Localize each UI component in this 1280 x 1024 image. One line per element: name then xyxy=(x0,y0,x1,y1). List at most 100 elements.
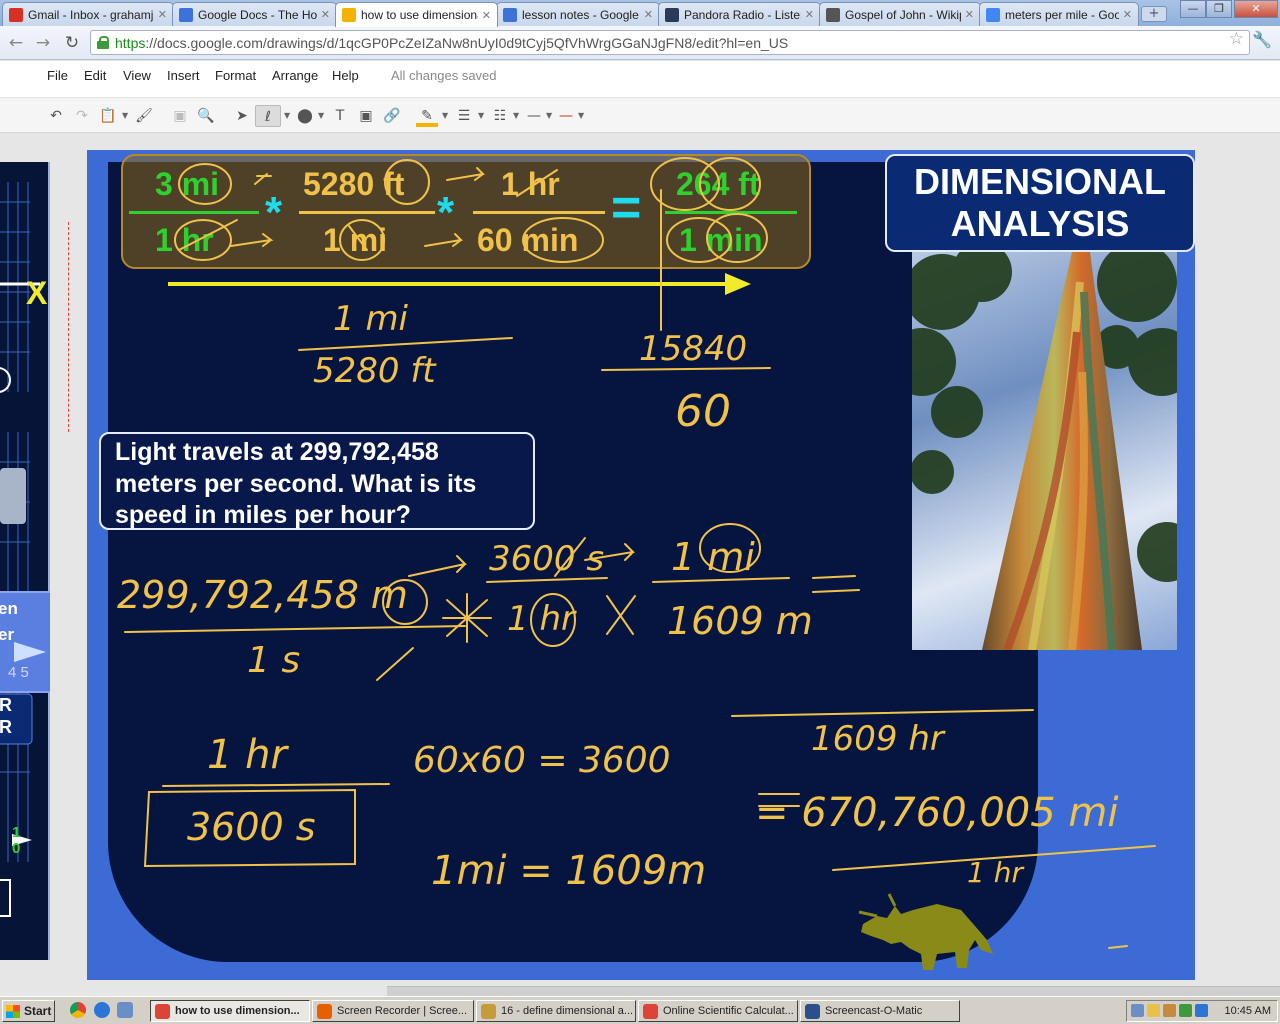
chrome-icon xyxy=(155,1003,170,1019)
taskbar-button[interactable]: 16 - define dimensional a... xyxy=(476,1000,636,1022)
chrome-icon xyxy=(643,1003,658,1019)
paste-icon[interactable]: 📋 xyxy=(98,105,118,127)
tray-icon[interactable] xyxy=(1163,1004,1176,1017)
menu-format[interactable]: Format xyxy=(215,68,256,83)
taskbar-button[interactable]: Online Scientific Calculat... xyxy=(638,1000,798,1022)
arrow-shaft[interactable] xyxy=(168,282,728,286)
slide-title-box[interactable]: DIMENSIONAL ANALYSIS xyxy=(885,154,1195,252)
forward-button[interactable]: → xyxy=(32,32,54,54)
address-bar[interactable]: https://docs.google.com/drawings/d/1qcGP… xyxy=(90,30,1250,55)
line-dash-dropdown-icon[interactable]: ▼ xyxy=(513,105,519,127)
menu-help[interactable]: Help xyxy=(332,68,359,83)
scribble-icon[interactable]: ℓ xyxy=(255,105,281,127)
equals-sign: = xyxy=(611,179,642,237)
ie-quicklaunch-icon[interactable] xyxy=(94,1002,110,1018)
tab-title: how to use dimensional xyxy=(361,8,478,22)
clock[interactable]: 10:45 AM xyxy=(1225,1005,1271,1017)
line-dropdown-icon[interactable]: ▼ xyxy=(284,105,290,127)
tab-title: Pandora Radio - Listen t xyxy=(684,7,801,22)
zoom-icon[interactable]: 🔍 xyxy=(196,105,216,127)
start-button[interactable]: Start xyxy=(2,1000,55,1022)
horizontal-scrollbar[interactable] xyxy=(387,986,1280,996)
close-tab-icon[interactable]: ✕ xyxy=(482,9,491,22)
google-docs-icon xyxy=(179,7,193,22)
back-button[interactable]: ← xyxy=(5,32,27,54)
text-box-icon[interactable]: T xyxy=(330,105,350,127)
taskbar-button[interactable]: how to use dimension... xyxy=(150,1000,310,1022)
question-text-box[interactable]: Light travels at 299,792,458 meters per … xyxy=(99,432,535,530)
browser-tab[interactable]: Gmail - Inbox - grahamj ✕ xyxy=(2,2,174,26)
tray-icon[interactable] xyxy=(1147,1004,1160,1017)
arrow-head xyxy=(725,273,751,295)
close-tab-icon[interactable]: ✕ xyxy=(158,8,167,21)
adjacent-slide-fragment: X en er 4 5 R R 1 0 xyxy=(0,162,50,960)
fraction-line xyxy=(473,211,605,214)
browser-tab[interactable]: Gospel of John - Wikipe ✕ xyxy=(819,2,981,26)
paint-icon xyxy=(481,1003,496,1019)
triceratops-icon[interactable] xyxy=(857,890,997,970)
fraction-2-denominator: 1 mi xyxy=(323,222,388,258)
line-color-icon[interactable]: ✎ xyxy=(416,105,438,127)
tray-icon[interactable] xyxy=(1179,1004,1192,1017)
bookmark-star-icon[interactable]: ☆ xyxy=(1229,29,1244,49)
close-tab-icon[interactable]: ✕ xyxy=(965,8,974,21)
line-end-dropdown-icon[interactable]: ▼ xyxy=(578,105,584,127)
rainbow-eucalyptus-photo[interactable] xyxy=(912,252,1177,650)
menu-insert[interactable]: Insert xyxy=(167,68,200,83)
taskbar-button-label: Screencast-O-Matic xyxy=(825,1005,923,1017)
drawing-toolbar: ↶ ↷ 📋 ▼ 🖌 ▣ 🔍 ➤ ℓ ▼ ⬤ ▼ T ▣ 🔗 ✎ ▼ ☰ ▼ ☷ … xyxy=(0,97,1280,133)
desktop-quicklaunch-icon[interactable] xyxy=(117,1002,133,1018)
minimize-button[interactable]: — xyxy=(1180,0,1206,18)
browser-tab[interactable]: meters per mile - Google ✕ xyxy=(979,2,1139,26)
close-tab-icon[interactable]: ✕ xyxy=(805,8,814,21)
taskbar-button[interactable]: Screencast-O-Matic xyxy=(800,1000,960,1022)
tray-icon[interactable] xyxy=(1195,1004,1208,1017)
drawing-canvas[interactable]: X en er 4 5 R R 1 0 3 mi 1 hr * 5280 ft … xyxy=(0,134,1280,996)
fragment-text: 0 xyxy=(12,840,21,857)
lock-icon xyxy=(97,36,109,49)
window-close-button[interactable]: ✕ xyxy=(1234,0,1278,18)
reload-button[interactable]: ↻ xyxy=(61,32,83,54)
line-start-icon[interactable]: — xyxy=(524,105,544,127)
slide[interactable]: 3 mi 1 hr * 5280 ft 1 mi * 1 hr 60 min =… xyxy=(87,150,1195,980)
shape-dropdown-icon[interactable]: ▼ xyxy=(318,105,324,127)
close-tab-icon[interactable]: ✕ xyxy=(644,8,653,21)
result-numerator: 264 ft xyxy=(676,166,760,202)
menu-file[interactable]: File xyxy=(47,68,68,83)
browser-tab[interactable]: Google Docs - The Hopp ✕ xyxy=(172,2,337,26)
line-dash-icon[interactable]: ☷ xyxy=(490,105,510,127)
line-weight-icon[interactable]: ☰ xyxy=(454,105,474,127)
fit-icon[interactable]: ▣ xyxy=(170,105,190,127)
line-color-dropdown-icon[interactable]: ▼ xyxy=(442,105,448,127)
link-icon[interactable]: 🔗 xyxy=(382,105,402,127)
restore-button[interactable]: ❐ xyxy=(1206,0,1232,18)
browser-tab[interactable]: Pandora Radio - Listen t ✕ xyxy=(658,2,821,26)
image-icon[interactable]: ▣ xyxy=(356,105,376,127)
menu-view[interactable]: View xyxy=(123,68,151,83)
tab-title: Gospel of John - Wikipe xyxy=(845,7,961,22)
menu-arrange[interactable]: Arrange xyxy=(272,68,318,83)
browser-tab[interactable]: lesson notes - Google D ✕ xyxy=(496,2,660,26)
line-end-icon[interactable]: — xyxy=(556,105,576,127)
tray-icon[interactable] xyxy=(1131,1004,1144,1017)
redo-icon[interactable]: ↷ xyxy=(72,105,92,127)
wrench-menu-icon[interactable]: 🔧 xyxy=(1252,30,1272,49)
close-tab-icon[interactable]: ✕ xyxy=(321,8,330,21)
paint-format-icon[interactable]: 🖌 xyxy=(134,105,154,127)
taskbar-button[interactable]: Screen Recorder | Scree... xyxy=(312,1000,474,1022)
gmail-icon xyxy=(9,7,23,22)
line-start-dropdown-icon[interactable]: ▼ xyxy=(546,105,552,127)
browser-tab[interactable]: how to use dimensional ✕ xyxy=(335,2,498,27)
paste-dropdown-icon[interactable]: ▼ xyxy=(122,105,128,127)
undo-icon[interactable]: ↶ xyxy=(46,105,66,127)
menu-edit[interactable]: Edit xyxy=(84,68,106,83)
google-drawings-icon xyxy=(342,8,356,22)
close-tab-icon[interactable]: ✕ xyxy=(1123,8,1132,21)
shape-icon[interactable]: ⬤ xyxy=(294,105,316,127)
wikipedia-icon xyxy=(826,7,840,22)
chrome-quicklaunch-icon[interactable] xyxy=(70,1002,86,1018)
line-weight-dropdown-icon[interactable]: ▼ xyxy=(478,105,484,127)
select-pointer-icon[interactable]: ➤ xyxy=(232,105,252,127)
equation-box[interactable]: 3 mi 1 hr * 5280 ft 1 mi * 1 hr 60 min =… xyxy=(121,154,811,269)
new-tab-button[interactable]: + xyxy=(1141,6,1167,22)
